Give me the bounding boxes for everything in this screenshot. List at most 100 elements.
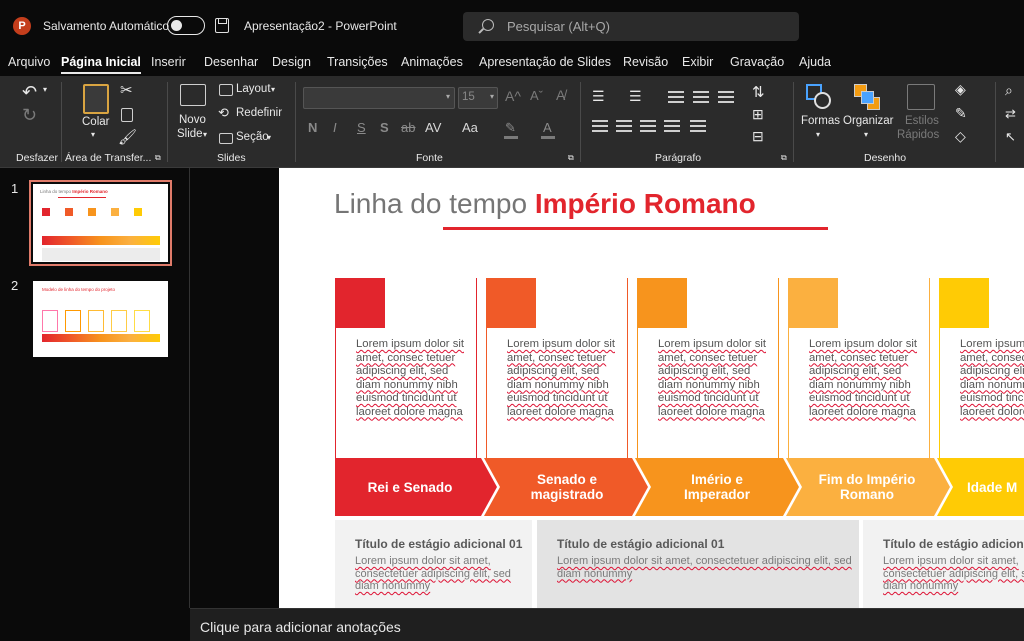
change-case-icon[interactable]: Aa — [462, 120, 478, 135]
shrink-font-icon[interactable]: Aˇ — [530, 88, 543, 103]
reset-button[interactable]: Redefinir — [236, 107, 282, 119]
font-size-select[interactable]: 15 ▾ — [458, 87, 498, 109]
stage-card-3[interactable]: Título de estágio adicional 01 Lorem ips… — [863, 520, 1024, 608]
align-text-icon[interactable]: ⊞ — [752, 106, 764, 123]
arrange-button[interactable]: Organizar — [843, 115, 894, 127]
layout-icon[interactable] — [219, 84, 233, 96]
tab-animacoes[interactable]: Animações — [401, 55, 463, 69]
paste-dropdown-icon[interactable]: ▾ — [91, 130, 95, 139]
column-2-text[interactable]: Lorem ipsum dolor sit amet, consec tetue… — [507, 338, 617, 419]
layout-button[interactable]: Layout — [236, 83, 271, 95]
stage-card-1[interactable]: Título de estágio adicional 01 Lorem ips… — [335, 520, 532, 608]
tab-transicoes[interactable]: Transições — [327, 55, 388, 69]
shape-effects-icon[interactable]: ◇ — [955, 128, 966, 145]
slide-canvas[interactable]: Linha do tempo Império Romano Lorem ipsu… — [279, 168, 1024, 608]
line-spacing-icon[interactable] — [718, 91, 734, 103]
tab-revisao[interactable]: Revisão — [623, 55, 668, 69]
redo-icon[interactable]: ↻ — [22, 105, 37, 126]
find-icon[interactable]: ⌕ — [1005, 82, 1013, 99]
column-3-text[interactable]: Lorem ipsum dolor sit amet, consec tetue… — [658, 338, 768, 419]
layout-dropdown-icon[interactable]: ▾ — [271, 85, 275, 94]
underline-button[interactable]: S — [357, 120, 366, 135]
clipboard-launcher-icon[interactable]: ⧉ — [155, 153, 161, 163]
new-slide-label-2[interactable]: Slide — [177, 128, 203, 140]
column-1-text[interactable]: Lorem ipsum dolor sit amet, consec tetue… — [356, 338, 466, 419]
highlight-icon[interactable]: ✎ — [505, 120, 516, 136]
shape-fill-icon[interactable]: ◈ — [955, 81, 966, 98]
strikethrough-button[interactable]: ab — [401, 120, 415, 135]
select-icon[interactable]: ↖ — [1005, 129, 1016, 145]
slide-thumbnail-2[interactable]: Modelo de linha do tempo do projeto — [33, 281, 168, 357]
new-slide-label[interactable]: Novo — [179, 114, 206, 126]
shape-outline-icon[interactable]: ✎ — [955, 105, 967, 122]
arrange-icon[interactable] — [854, 84, 882, 112]
align-right-icon[interactable] — [640, 120, 656, 132]
section-button[interactable]: Seção — [236, 131, 269, 143]
notes-pane[interactable]: Clique para adicionar anotações — [190, 608, 1024, 641]
paste-button[interactable]: Colar — [82, 116, 109, 128]
stage-label-4[interactable]: Fim do Império Romano — [811, 458, 923, 516]
section-dropdown-icon[interactable]: ▾ — [267, 133, 271, 142]
undo-dropdown-icon[interactable]: ▾ — [43, 85, 47, 94]
reset-icon[interactable]: ⟲ — [218, 105, 229, 121]
format-painter-icon[interactable]: 🖌 — [118, 128, 137, 146]
quick-styles-label-2[interactable]: Rápidos — [897, 129, 939, 141]
tab-exibir[interactable]: Exibir — [682, 55, 713, 69]
char-spacing-icon[interactable]: AV — [425, 120, 441, 135]
tab-pagina-inicial[interactable]: Página Inicial — [61, 55, 141, 74]
clear-formatting-icon[interactable]: A̸ — [556, 87, 565, 103]
quick-styles-label[interactable]: Estilos — [905, 115, 939, 127]
tab-arquivo[interactable]: Arquivo — [8, 55, 50, 69]
decrease-indent-icon[interactable] — [668, 91, 684, 103]
search-box[interactable]: Pesquisar (Alt+Q) — [463, 12, 799, 41]
tab-desenhar[interactable]: Desenhar — [204, 55, 258, 69]
grow-font-icon[interactable]: A^ — [505, 88, 521, 104]
tab-gravacao[interactable]: Gravação — [730, 55, 784, 69]
justify-icon[interactable] — [664, 120, 680, 132]
slide-thumbnail-1[interactable]: Linha do tempo Império Romano — [29, 180, 172, 266]
new-slide-icon[interactable] — [180, 84, 206, 106]
notes-placeholder[interactable]: Clique para adicionar anotações — [200, 619, 401, 635]
copy-icon[interactable] — [121, 108, 133, 122]
slide-title[interactable]: Linha do tempo Império Romano — [334, 188, 756, 220]
paste-icon[interactable] — [83, 84, 109, 114]
column-4-text[interactable]: Lorem ipsum dolor sit amet, consec tetue… — [809, 338, 919, 419]
save-icon[interactable] — [215, 18, 229, 33]
bullets-icon[interactable]: ☰ — [592, 88, 605, 105]
text-direction-icon[interactable]: ⇅ — [752, 83, 765, 101]
tab-inserir[interactable]: Inserir — [151, 55, 186, 69]
increase-indent-icon[interactable] — [693, 91, 709, 103]
shapes-dropdown-icon[interactable]: ▾ — [816, 130, 820, 139]
arrange-dropdown-icon[interactable]: ▾ — [864, 130, 868, 139]
shadow-button[interactable]: S — [380, 120, 389, 135]
columns-icon[interactable] — [690, 120, 706, 132]
font-color-icon[interactable]: A — [543, 120, 552, 135]
align-left-icon[interactable] — [592, 120, 608, 132]
shapes-button[interactable]: Formas — [801, 115, 840, 127]
align-center-icon[interactable] — [616, 120, 632, 132]
column-5-text[interactable]: Lorem ipsum dolor sit amet, consec tetue… — [960, 338, 1024, 419]
paragraph-launcher-icon[interactable]: ⧉ — [781, 153, 787, 163]
stage-label-2[interactable]: Senado e magistrado — [511, 458, 623, 516]
section-icon[interactable] — [219, 133, 233, 144]
cut-icon[interactable]: ✂ — [120, 81, 133, 99]
numbering-icon[interactable]: ☰ — [629, 88, 642, 105]
font-name-select[interactable]: ▾ — [303, 87, 455, 109]
autosave-toggle[interactable] — [167, 16, 205, 35]
replace-icon[interactable]: ⇄ — [1005, 106, 1016, 122]
bold-button[interactable]: N — [308, 120, 317, 135]
stage-card-2[interactable]: Título de estágio adicional 01 Lorem ips… — [537, 520, 859, 608]
italic-button[interactable]: I — [333, 120, 337, 135]
quick-styles-icon[interactable] — [907, 84, 935, 110]
tab-ajuda[interactable]: Ajuda — [799, 55, 831, 69]
smartart-icon[interactable]: ⊟ — [752, 128, 764, 145]
tab-apresentacao[interactable]: Apresentação de Slides — [479, 55, 611, 69]
new-slide-dropdown-icon[interactable]: ▾ — [203, 130, 207, 139]
pane-divider[interactable] — [189, 168, 190, 608]
undo-icon[interactable]: ↶ — [22, 82, 37, 103]
stage-label-5[interactable]: Idade M — [967, 458, 1024, 516]
tab-design[interactable]: Design — [272, 55, 311, 69]
shapes-icon[interactable] — [806, 84, 832, 110]
stage-label-3[interactable]: Imério e Imperador — [669, 458, 765, 516]
font-launcher-icon[interactable]: ⧉ — [568, 153, 574, 163]
